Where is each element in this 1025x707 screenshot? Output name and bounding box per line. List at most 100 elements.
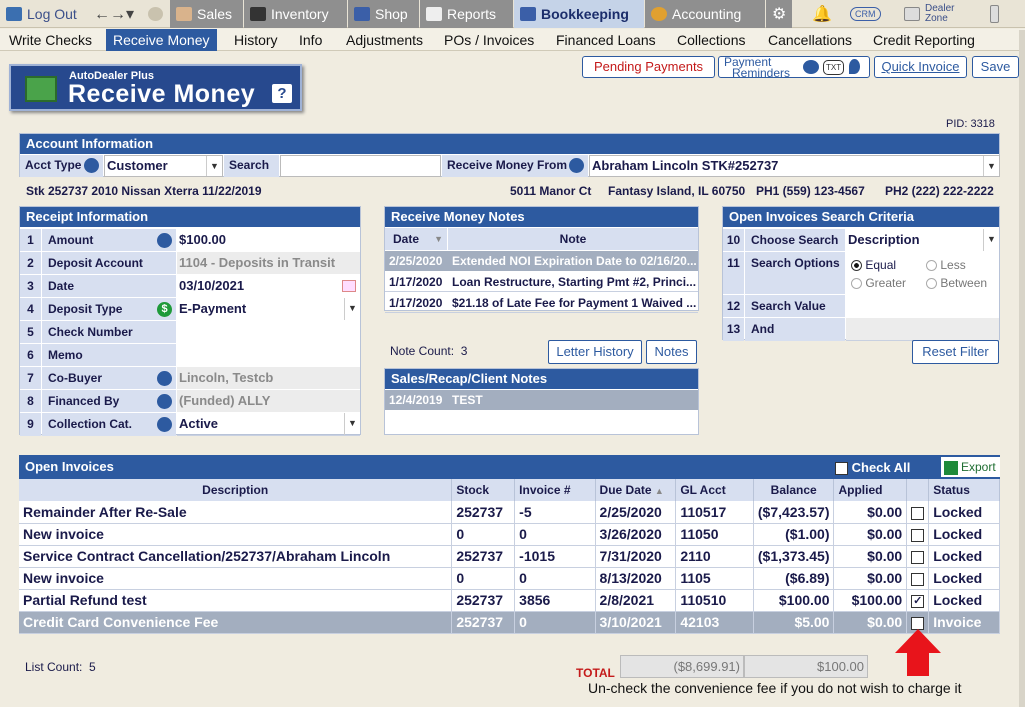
quick-invoice-button[interactable]: Quick Invoice: [874, 56, 967, 78]
row-checkbox[interactable]: [911, 550, 925, 564]
row-checkbox[interactable]: [911, 528, 925, 542]
receive-from-info-icon[interactable]: [569, 158, 584, 173]
nav-sales[interactable]: Sales: [170, 0, 243, 28]
nav-accounting[interactable]: Accounting: [645, 0, 765, 28]
table-row[interactable]: New invoice 0 0 8/13/2020 1105 ($6.89) $0.00 Lo…: [19, 567, 1000, 590]
face-icon[interactable]: [142, 0, 168, 28]
col-applied[interactable]: Applied: [833, 479, 908, 501]
col-balance[interactable]: Balance: [753, 479, 835, 501]
deposit-account-value: 1104 - Deposits in Transit: [177, 252, 360, 275]
subnav-collections[interactable]: Collections: [670, 29, 752, 51]
sub-nav: Write Checks Receive Money History Info …: [0, 29, 1025, 51]
search-and-input: [846, 318, 999, 341]
receive-from-select[interactable]: Abraham Lincoln STK#252737 ▼: [589, 155, 1000, 177]
table-row[interactable]: New invoice 0 0 3/26/2020 11050 ($1.00) $0.00 L…: [19, 523, 1000, 546]
table-row-selected[interactable]: Credit Card Convenience Fee 252737 0 3/10/2…: [19, 611, 1000, 634]
subnav-financed-loans[interactable]: Financed Loans: [549, 29, 663, 51]
search-value-input[interactable]: [846, 295, 999, 318]
row-checkbox[interactable]: [911, 616, 925, 630]
table-row[interactable]: Remainder After Re-Sale 252737 -5 2/25/2020…: [19, 501, 1000, 524]
choose-search-select[interactable]: Description ▼: [846, 229, 999, 252]
subnav-write-checks[interactable]: Write Checks: [2, 29, 99, 51]
crm-button[interactable]: CRM: [844, 0, 884, 28]
financed-by-info-icon[interactable]: [157, 394, 172, 409]
help-icon[interactable]: ?: [272, 84, 292, 103]
deposit-type-select[interactable]: E-Payment ▼: [177, 298, 360, 321]
save-button[interactable]: Save: [972, 56, 1019, 78]
radio-greater[interactable]: Greater: [851, 276, 906, 290]
check-number-input[interactable]: [177, 321, 360, 344]
calculator-icon[interactable]: [984, 0, 1004, 28]
table-row[interactable]: Partial Refund test 252737 3856 2/8/2021 110…: [19, 589, 1000, 612]
receipt-row-financed-by: 8 Financed By (Funded) ALLY: [20, 389, 360, 413]
search-input[interactable]: [280, 155, 441, 177]
collection-cat-select[interactable]: Active ▼: [177, 413, 360, 436]
letter-history-button[interactable]: Letter History: [548, 340, 642, 364]
row-checkbox[interactable]: ✓: [911, 594, 925, 608]
co-buyer-info-icon[interactable]: [157, 371, 172, 386]
subnav-cancellations[interactable]: Cancellations: [761, 29, 859, 51]
gear-icon[interactable]: ⚙: [766, 0, 792, 28]
collection-cat-info-icon[interactable]: [157, 417, 172, 432]
recap-title: Sales/Recap/Client Notes: [385, 369, 698, 389]
date-input[interactable]: 03/10/2021: [177, 275, 360, 298]
logout-link[interactable]: Log Out: [0, 0, 85, 28]
col-due-date[interactable]: Due Date ▲: [595, 479, 677, 501]
subnav-history[interactable]: History: [227, 29, 285, 51]
col-status[interactable]: Status: [928, 479, 1000, 501]
subnav-receive-money[interactable]: Receive Money: [106, 29, 217, 51]
receipt-info-title: Receipt Information: [20, 207, 360, 227]
nav-shop[interactable]: Shop: [348, 0, 419, 28]
row-checkbox[interactable]: [911, 572, 925, 586]
note-row[interactable]: 2/25/2020 Extended NOI Expiration Date to…: [385, 251, 698, 271]
acct-type-label: Acct Type: [20, 155, 103, 177]
radio-less[interactable]: Less: [926, 258, 966, 272]
pending-payments-button[interactable]: Pending Payments: [582, 56, 715, 78]
note-row[interactable]: 1/17/2020 Loan Restructure, Starting Pmt …: [385, 272, 698, 292]
recap-panel: Sales/Recap/Client Notes 12/4/2019 TEST: [384, 368, 699, 435]
notes-col-date[interactable]: Date ▼: [385, 228, 447, 250]
home-icon: [6, 7, 22, 21]
col-gl-acct[interactable]: GL Acct: [675, 479, 754, 501]
col-stock[interactable]: Stock: [451, 479, 516, 501]
history-nav-arrows[interactable]: ←→▾: [88, 0, 136, 28]
row-checkbox[interactable]: [911, 506, 925, 520]
total-label: TOTAL: [576, 666, 615, 680]
notes-button[interactable]: Notes: [646, 340, 697, 364]
memo-input[interactable]: [177, 344, 360, 367]
note-row[interactable]: 1/17/2020 $21.18 of Late Fee for Payment …: [385, 293, 698, 313]
subnav-info[interactable]: Info: [292, 29, 329, 51]
check-all-checkbox[interactable]: Check All: [835, 460, 910, 476]
account-info-panel: Account Information Acct Type Customer ▼ …: [19, 133, 1000, 177]
col-description[interactable]: Description: [19, 479, 453, 501]
amount-input[interactable]: $100.00: [177, 229, 360, 252]
nav-reports[interactable]: Reports: [420, 0, 513, 28]
col-invoice-number[interactable]: Invoice #: [514, 479, 596, 501]
reset-filter-button[interactable]: Reset Filter: [912, 340, 999, 364]
recap-row[interactable]: 12/4/2019 TEST: [385, 390, 698, 410]
chevron-down-icon: ▼: [983, 156, 999, 176]
nav-bookkeeping[interactable]: Bookkeeping: [514, 0, 644, 28]
subnav-adjustments[interactable]: Adjustments: [339, 29, 430, 51]
calendar-icon[interactable]: [342, 280, 356, 292]
phone-icon: [803, 60, 819, 74]
receipt-row-check-number: 5 Check Number: [20, 320, 360, 344]
radio-equal[interactable]: Equal: [851, 258, 896, 272]
search-criteria-title: Open Invoices Search Criteria: [723, 207, 999, 227]
nav-inventory[interactable]: Inventory: [244, 0, 347, 28]
acct-type-info-icon[interactable]: [84, 158, 99, 173]
subnav-pos-invoices[interactable]: POs / Invoices: [437, 29, 541, 51]
payment-reminders-button[interactable]: Payment Reminders TXT: [718, 56, 870, 79]
acct-type-select[interactable]: Customer ▼: [104, 155, 223, 177]
subnav-credit-reporting[interactable]: Credit Reporting: [866, 29, 982, 51]
dealer-zone-link[interactable]: Dealer Zone: [898, 0, 970, 28]
person-icon: [176, 7, 192, 21]
table-row[interactable]: Service Contract Cancellation/252737/Abr…: [19, 545, 1000, 568]
amount-info-icon[interactable]: [157, 233, 172, 248]
radio-between[interactable]: Between: [926, 276, 987, 290]
invoices-table: Description Stock Invoice # Due Date ▲ G…: [19, 479, 1000, 634]
phone-1: PH1 (559) 123-4567: [756, 184, 865, 198]
scrollbar[interactable]: [1019, 30, 1025, 707]
export-button[interactable]: Export: [941, 457, 1000, 477]
bell-icon[interactable]: 🔔: [806, 0, 832, 28]
